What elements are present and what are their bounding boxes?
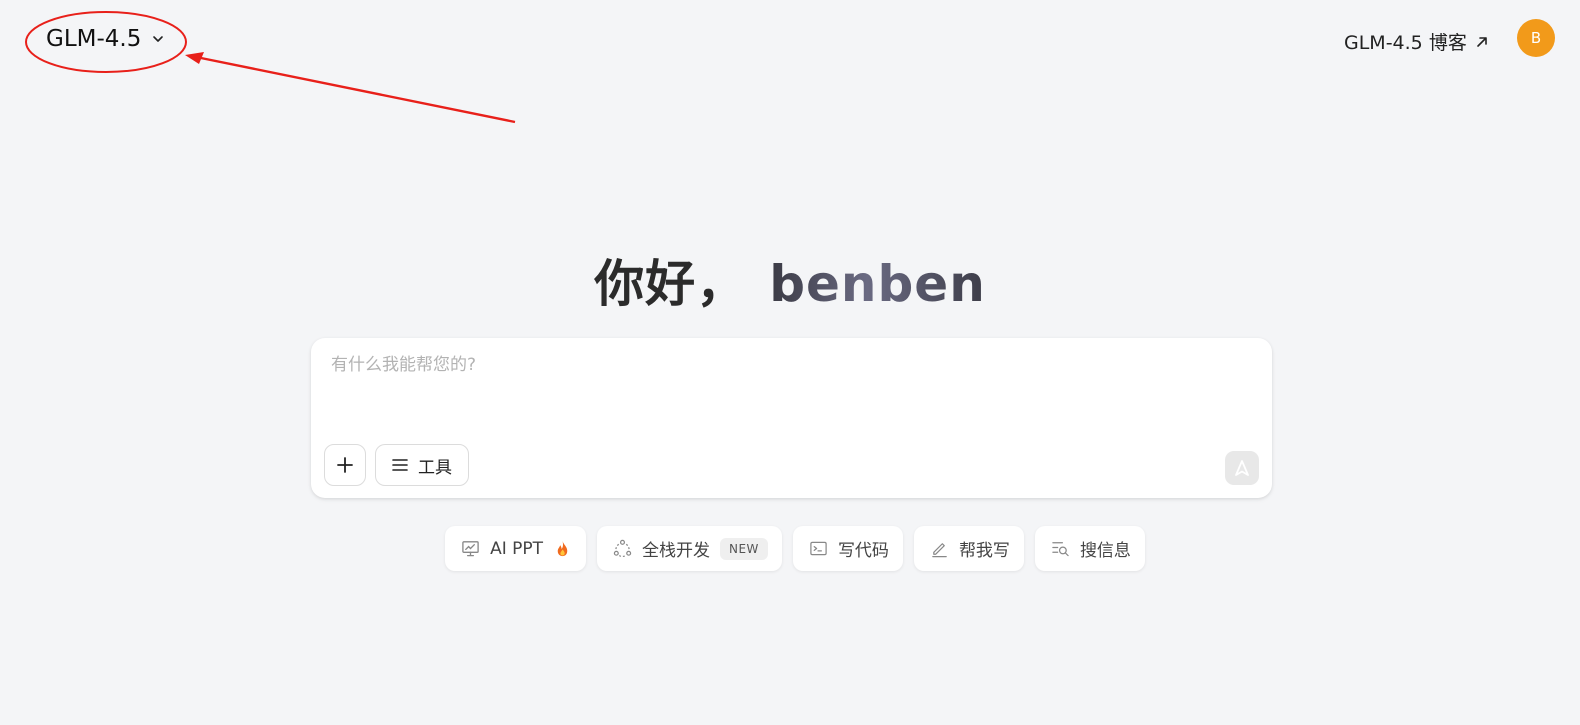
- pen-icon: [932, 543, 947, 558]
- new-badge: NEW: [720, 537, 768, 560]
- presentation-icon: [462, 541, 479, 557]
- avatar[interactable]: B: [1517, 19, 1555, 57]
- chip-ai-ppt[interactable]: AI PPT: [445, 526, 586, 571]
- composer: 工具: [311, 338, 1272, 498]
- fire-icon: [557, 540, 568, 557]
- fullstack-icon: [613, 539, 632, 558]
- greeting-username: benben: [769, 255, 986, 313]
- greeting: 你好， benben: [0, 244, 1580, 316]
- chip-label: 搜信息: [1079, 541, 1131, 561]
- chevron-down-icon: [153, 36, 164, 42]
- page: GLM-4.5 GLM-4.5 博客 B 你好， benben 有什么我能帮您的…: [0, 0, 1580, 725]
- blog-link-label: GLM-4.5 博客: [1344, 32, 1467, 54]
- search-list-icon: [1052, 542, 1069, 557]
- chip-help-write[interactable]: 帮我写: [913, 526, 1024, 571]
- annotation-arrow-head: [185, 52, 204, 64]
- plus-icon: [337, 457, 353, 473]
- chip-label: AI PPT: [490, 538, 543, 559]
- arrow-up-right-icon: [1477, 36, 1487, 47]
- menu-lines-icon: [392, 459, 408, 471]
- model-name: GLM-4.5: [46, 26, 142, 52]
- blog-link[interactable]: GLM-4.5 博客: [1344, 28, 1489, 55]
- send-arrow-icon: [1235, 460, 1249, 476]
- tools-label: 工具: [418, 457, 452, 478]
- chip-fullstack[interactable]: 全栈开发 NEW: [597, 526, 782, 571]
- terminal-icon: [810, 541, 827, 556]
- chip-write-code[interactable]: 写代码: [792, 526, 903, 571]
- avatar-initial: B: [1530, 29, 1542, 47]
- chip-label: 写代码: [837, 541, 889, 561]
- greeting-hello: 你好，: [594, 255, 748, 313]
- model-selector[interactable]: GLM-4.5: [46, 26, 165, 52]
- add-attachment-button[interactable]: [324, 444, 366, 486]
- tools-button[interactable]: 工具: [375, 444, 469, 486]
- send-button[interactable]: [1225, 451, 1259, 485]
- chip-label: 帮我写: [958, 541, 1010, 561]
- suggestion-chips: AI PPT 全栈开发 NEW 写代码 帮我写 搜信息: [0, 526, 1580, 571]
- chip-search-info[interactable]: 搜信息: [1034, 526, 1145, 571]
- annotation-arrow-line: [195, 55, 516, 124]
- prompt-input[interactable]: [331, 352, 1231, 378]
- chip-label: 全栈开发: [642, 541, 710, 561]
